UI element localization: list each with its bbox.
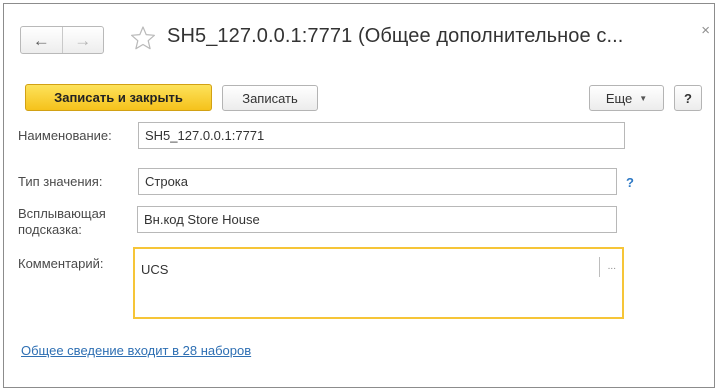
dialog-window: ← → SH5_127.0.0.1:7771 (Общее дополнител… — [3, 3, 715, 388]
navigation-buttons: ← → — [20, 26, 104, 54]
more-button[interactable]: Еще ▼ — [589, 85, 664, 111]
name-field[interactable]: SH5_127.0.0.1:7771 — [138, 122, 625, 149]
help-button[interactable]: ? — [674, 85, 702, 111]
close-icon[interactable]: × — [701, 22, 710, 39]
help-label: ? — [684, 90, 692, 106]
title-bar: ← → SH5_127.0.0.1:7771 (Общее дополнител… — [4, 4, 714, 70]
tooltip-label-line2: подсказка: — [18, 222, 82, 237]
chevron-down-icon: ▼ — [639, 93, 648, 103]
save-and-close-label: Записать и закрыть — [54, 90, 183, 105]
ellipsis-icon[interactable]: ... — [608, 261, 616, 272]
save-and-close-button[interactable]: Записать и закрыть — [25, 84, 212, 111]
name-label: Наименование: — [18, 128, 112, 143]
save-button[interactable]: Записать — [222, 85, 318, 111]
save-label: Записать — [242, 90, 298, 106]
tooltip-field[interactable]: Вн.код Store House — [137, 206, 617, 233]
back-button[interactable]: ← — [21, 27, 63, 53]
arrow-left-icon: ← — [32, 30, 50, 50]
tooltip-label-line1: Всплывающая — [18, 206, 106, 221]
comment-field[interactable]: UCS ... — [133, 247, 624, 319]
command-bar: Записать и закрыть Записать Еще ▼ ? — [4, 80, 714, 112]
value-type-label: Тип значения: — [18, 174, 103, 189]
window-title: SH5_127.0.0.1:7771 (Общее дополнительное… — [167, 25, 624, 47]
comment-text: UCS — [141, 262, 169, 277]
star-icon[interactable] — [129, 24, 157, 52]
comment-divider — [599, 257, 600, 277]
more-label: Еще — [605, 90, 633, 106]
sets-link[interactable]: Общее сведение входит в 28 наборов — [21, 343, 251, 358]
value-type-help-icon[interactable]: ? — [626, 175, 634, 190]
value-type-field[interactable]: Строка — [138, 168, 617, 195]
forward-button[interactable]: → — [63, 27, 104, 53]
comment-label: Комментарий: — [18, 256, 104, 271]
arrow-right-icon: → — [74, 30, 92, 50]
